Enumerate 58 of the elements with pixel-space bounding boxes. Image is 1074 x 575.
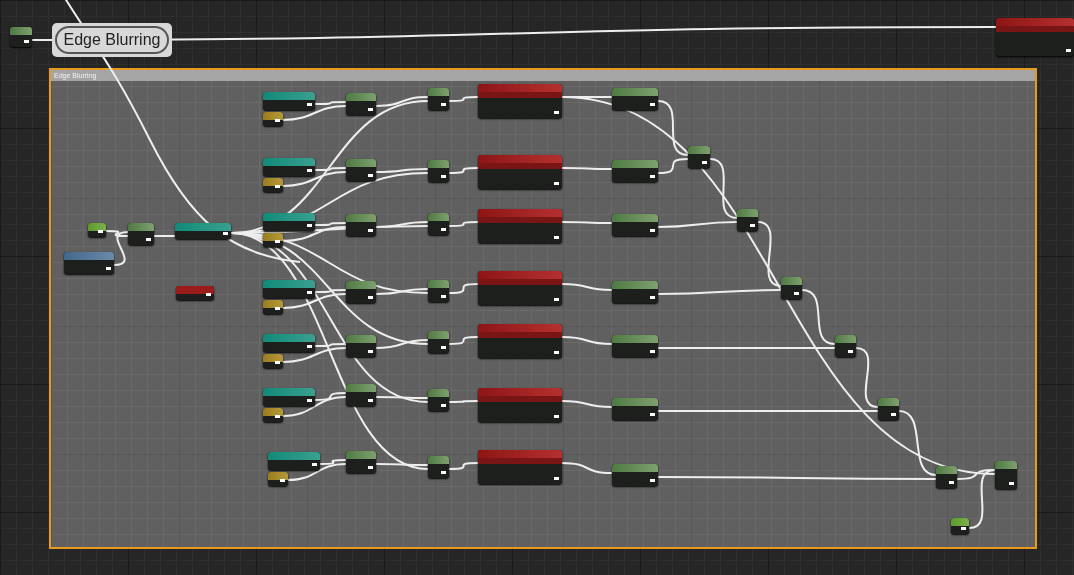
- graph-node[interactable]: [263, 178, 283, 192]
- graph-node[interactable]: [428, 389, 449, 411]
- graph-node[interactable]: [781, 277, 802, 299]
- graph-node[interactable]: [10, 27, 32, 47]
- graph-node[interactable]: [478, 209, 562, 243]
- graph-node[interactable]: [263, 280, 315, 298]
- graph-node[interactable]: [951, 518, 969, 534]
- graph-node[interactable]: [88, 223, 106, 237]
- graph-node[interactable]: [612, 160, 658, 182]
- graph-node[interactable]: [428, 213, 449, 235]
- graph-node[interactable]: [428, 88, 449, 110]
- graph-node[interactable]: [346, 451, 376, 473]
- graph-node[interactable]: [478, 324, 562, 358]
- graph-node[interactable]: [263, 334, 315, 352]
- graph-node[interactable]: [478, 271, 562, 305]
- graph-node[interactable]: [612, 281, 658, 303]
- graph-node[interactable]: [263, 92, 315, 110]
- graph-node[interactable]: [263, 408, 283, 422]
- graph-node[interactable]: [263, 112, 283, 126]
- graph-node[interactable]: [995, 461, 1017, 489]
- graph-node[interactable]: [346, 214, 376, 236]
- graph-node[interactable]: [346, 159, 376, 181]
- graph-node[interactable]: [263, 354, 283, 368]
- graph-node[interactable]: [263, 213, 315, 231]
- graph-node[interactable]: [428, 160, 449, 182]
- graph-node[interactable]: [263, 388, 315, 406]
- graph-node[interactable]: [612, 398, 658, 420]
- graph-node[interactable]: [478, 450, 562, 484]
- graph-node[interactable]: [478, 388, 562, 422]
- graph-node[interactable]: [268, 452, 320, 470]
- graph-node[interactable]: [64, 252, 114, 274]
- graph-node[interactable]: [612, 214, 658, 236]
- graph-node[interactable]: [612, 335, 658, 357]
- graph-node[interactable]: [996, 18, 1074, 56]
- graph-node[interactable]: [428, 456, 449, 478]
- graph-node[interactable]: [263, 300, 283, 314]
- graph-node[interactable]: [175, 223, 231, 239]
- graph-node[interactable]: [478, 84, 562, 118]
- graph-node[interactable]: [268, 472, 288, 486]
- graph-node[interactable]: [346, 335, 376, 357]
- graph-node[interactable]: [128, 223, 154, 245]
- graph-node[interactable]: [688, 146, 710, 168]
- graph-node[interactable]: [346, 281, 376, 303]
- graph-node[interactable]: [478, 155, 562, 189]
- graph-node[interactable]: [263, 233, 283, 247]
- graph-node[interactable]: [263, 158, 315, 176]
- graph-node[interactable]: [612, 88, 658, 110]
- graph-node[interactable]: [878, 398, 899, 420]
- comment-bubble[interactable]: Edge Blurring: [52, 23, 172, 57]
- graph-node[interactable]: [612, 464, 658, 486]
- graph-node[interactable]: [835, 335, 856, 357]
- graph-node[interactable]: [936, 466, 957, 488]
- graph-node[interactable]: [346, 93, 376, 115]
- graph-node[interactable]: [428, 331, 449, 353]
- graph-node[interactable]: [428, 280, 449, 302]
- graph-node[interactable]: [737, 209, 758, 231]
- graph-node[interactable]: [346, 384, 376, 406]
- graph-node[interactable]: [176, 286, 214, 300]
